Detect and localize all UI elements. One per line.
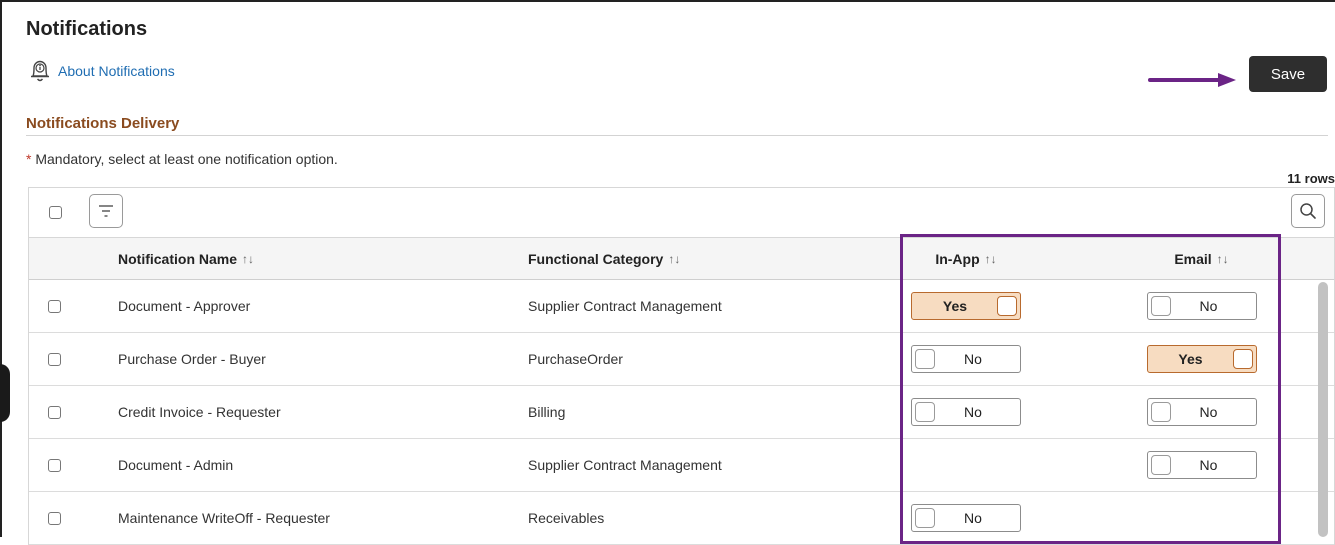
search-button[interactable] — [1291, 194, 1325, 228]
functional-category: Receivables — [528, 510, 605, 526]
row-count: 11 rows — [1287, 171, 1335, 186]
sort-icon: ↑↓ — [984, 251, 997, 266]
grid-toolbar — [28, 187, 1335, 237]
table-row: Document - Approver Supplier Contract Ma… — [29, 280, 1334, 333]
section-divider — [26, 135, 1328, 136]
inapp-toggle[interactable]: Yes — [911, 292, 1021, 320]
toggle-label: No — [964, 510, 982, 526]
column-header-name-label: Notification Name — [118, 250, 238, 267]
email-empty — [1146, 492, 1257, 544]
toggle-knob — [997, 296, 1017, 316]
mandatory-text: Mandatory, select at least one notificat… — [31, 151, 338, 167]
sort-icon: ↑↓ — [242, 251, 255, 266]
inapp-toggle[interactable]: No — [911, 345, 1021, 373]
row-checkbox[interactable] — [48, 405, 61, 419]
table-row: Document - Admin Supplier Contract Manag… — [29, 439, 1334, 492]
arrow-right-icon — [1148, 73, 1236, 87]
filter-icon — [99, 205, 113, 217]
functional-category: Billing — [528, 404, 566, 420]
notification-name: Credit Invoice - Requester — [118, 404, 281, 420]
sort-icon: ↑↓ — [1216, 251, 1229, 266]
functional-category: Supplier Contract Management — [528, 457, 722, 473]
row-checkbox[interactable] — [48, 299, 61, 313]
column-header-category-label: Functional Category — [528, 250, 664, 267]
toggle-label: No — [964, 404, 982, 420]
table-row: Purchase Order - Buyer PurchaseOrder No … — [29, 333, 1334, 386]
column-header-inapp-label: In-App — [935, 250, 980, 267]
search-icon — [1300, 203, 1316, 219]
functional-category: PurchaseOrder — [528, 351, 623, 367]
notification-name: Document - Admin — [118, 457, 234, 473]
grid-scrollbar[interactable] — [1318, 282, 1328, 537]
save-button[interactable]: Save — [1249, 56, 1327, 92]
inapp-toggle[interactable]: No — [911, 504, 1021, 532]
row-checkbox[interactable] — [48, 511, 61, 525]
email-toggle[interactable]: No — [1146, 398, 1257, 426]
filter-button[interactable] — [89, 194, 123, 228]
bell-info-icon — [31, 60, 49, 82]
inapp-toggle[interactable]: No — [911, 398, 1021, 426]
row-checkbox[interactable] — [48, 458, 61, 472]
email-toggle[interactable]: No — [1146, 292, 1257, 320]
column-header-email[interactable]: Email ↑↓ — [1146, 238, 1257, 279]
column-header-category[interactable]: Functional Category ↑↓ — [528, 238, 680, 279]
page-title: Notifications — [26, 18, 148, 40]
column-header-inapp[interactable]: In-App ↑↓ — [901, 238, 1031, 279]
mandatory-note: * Mandatory, select at least one notific… — [26, 151, 338, 167]
toggle-label: No — [964, 351, 982, 367]
column-header-email-label: Email — [1174, 250, 1212, 267]
row-checkbox[interactable] — [48, 352, 61, 366]
column-header-name[interactable]: Notification Name ↑↓ — [118, 238, 254, 279]
select-all-checkbox[interactable] — [49, 206, 62, 219]
toggle-label: No — [1199, 298, 1218, 314]
sort-icon: ↑↓ — [668, 251, 681, 266]
inapp-empty — [901, 439, 1031, 491]
toggle-knob — [1232, 349, 1253, 369]
table-row: Credit Invoice - Requester Billing No No — [29, 386, 1334, 439]
grid-header: Notification Name ↑↓ Functional Category… — [29, 238, 1334, 280]
table-row: Maintenance WriteOff - Requester Receiva… — [29, 492, 1334, 545]
notification-name: Purchase Order - Buyer — [118, 351, 266, 367]
about-notifications-label: About Notifications — [58, 63, 175, 79]
notifications-grid: Notification Name ↑↓ Functional Category… — [28, 237, 1335, 545]
about-notifications-link[interactable]: About Notifications — [28, 58, 175, 84]
toggle-label: No — [1199, 457, 1218, 473]
email-toggle[interactable]: No — [1146, 451, 1257, 479]
notification-name: Maintenance WriteOff - Requester — [118, 510, 330, 526]
toggle-label: No — [1199, 404, 1218, 420]
section-title: Notifications Delivery — [26, 115, 180, 132]
functional-category: Supplier Contract Management — [528, 298, 722, 314]
email-toggle[interactable]: Yes — [1146, 345, 1257, 373]
side-panel-handle[interactable] — [0, 364, 10, 422]
notification-name: Document - Approver — [118, 298, 251, 314]
